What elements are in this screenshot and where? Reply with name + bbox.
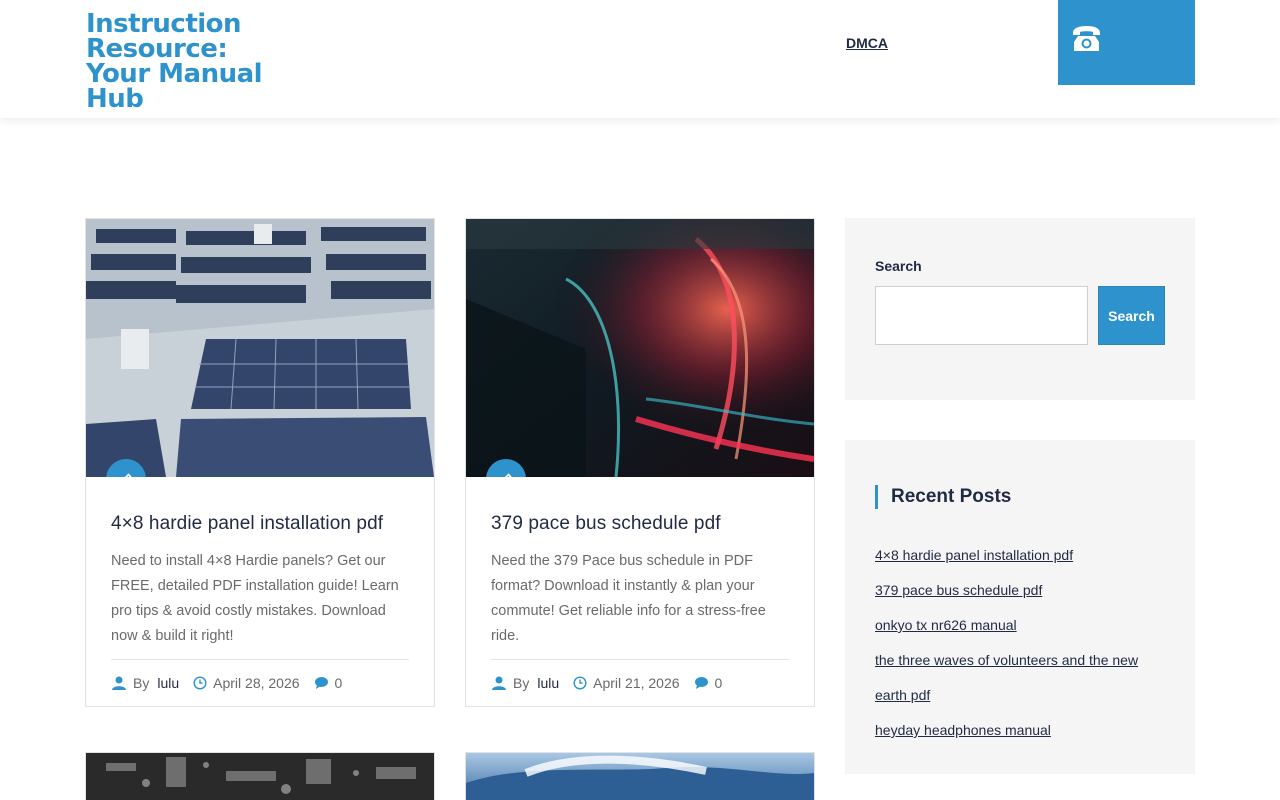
recent-posts-list: 4×8 hardie panel installation pdf 379 pa…: [875, 538, 1165, 748]
date-link[interactable]: April 21, 2026: [593, 675, 679, 691]
post-title[interactable]: 4×8 hardie panel installation pdf: [111, 513, 409, 535]
post-author: By lulu: [491, 675, 559, 691]
post-card: [465, 752, 815, 800]
recent-post-link[interactable]: heyday headphones manual: [875, 713, 1165, 748]
site-header: Instruction Resource: Your Manual Hub DM…: [0, 0, 1280, 118]
recent-posts-title: Recent Posts: [875, 485, 1011, 509]
recent-post-link[interactable]: onkyo tx nr626 manual: [875, 608, 1165, 643]
user-icon: [112, 676, 126, 690]
nav-item-dmca[interactable]: DMCA: [846, 35, 888, 51]
comment-icon: [314, 677, 328, 689]
post-thumbnail[interactable]: [466, 219, 814, 477]
recent-posts-widget: Recent Posts 4×8 hardie panel installati…: [845, 440, 1195, 774]
post-meta: By lulu April 21, 2026 0: [491, 660, 789, 706]
site-title[interactable]: Instruction Resource: Your Manual Hub: [86, 11, 286, 112]
post-title[interactable]: 379 pace bus schedule pdf: [491, 513, 789, 535]
post-thumbnail[interactable]: [86, 219, 434, 477]
user-icon: [492, 676, 506, 690]
post-comments: 0: [314, 675, 343, 691]
post-meta: By lulu April 28, 2026 0: [111, 660, 409, 706]
search-label: Search: [875, 258, 922, 274]
post-card: 4×8 hardie panel installation pdf Need t…: [85, 218, 435, 707]
post-card: 379 pace bus schedule pdf Need the 379 P…: [465, 218, 815, 707]
search-input[interactable]: [875, 286, 1088, 345]
author-prefix: By: [513, 675, 530, 691]
post-card: [85, 752, 435, 800]
comment-count[interactable]: 0: [715, 675, 723, 691]
comment-count[interactable]: 0: [335, 675, 343, 691]
author-link[interactable]: lulu: [537, 675, 559, 691]
post-thumbnail[interactable]: [466, 753, 814, 800]
post-date: April 21, 2026: [573, 675, 680, 691]
clock-icon: [573, 676, 587, 690]
clock-icon: [193, 676, 207, 690]
recent-post-link[interactable]: 4×8 hardie panel installation pdf: [875, 538, 1165, 573]
search-button[interactable]: Search: [1098, 286, 1165, 345]
recent-post-link[interactable]: the three waves of volunteers and the ne…: [875, 643, 1165, 713]
post-excerpt: Need the 379 Pace bus schedule in PDF fo…: [491, 553, 766, 644]
recent-post-link[interactable]: 379 pace bus schedule pdf: [875, 573, 1165, 608]
post-thumbnail[interactable]: [86, 753, 434, 800]
date-link[interactable]: April 28, 2026: [213, 675, 299, 691]
author-prefix: By: [133, 675, 150, 691]
post-comments: 0: [694, 675, 723, 691]
search-widget: Search Search: [845, 218, 1195, 400]
author-link[interactable]: lulu: [157, 675, 179, 691]
post-date: April 28, 2026: [193, 675, 300, 691]
comment-icon: [694, 677, 708, 689]
phone-icon: [1073, 26, 1100, 51]
post-excerpt: Need to install 4×8 Hardie panels? Get o…: [111, 553, 399, 644]
post-author: By lulu: [111, 675, 179, 691]
phone-button[interactable]: [1058, 0, 1195, 85]
